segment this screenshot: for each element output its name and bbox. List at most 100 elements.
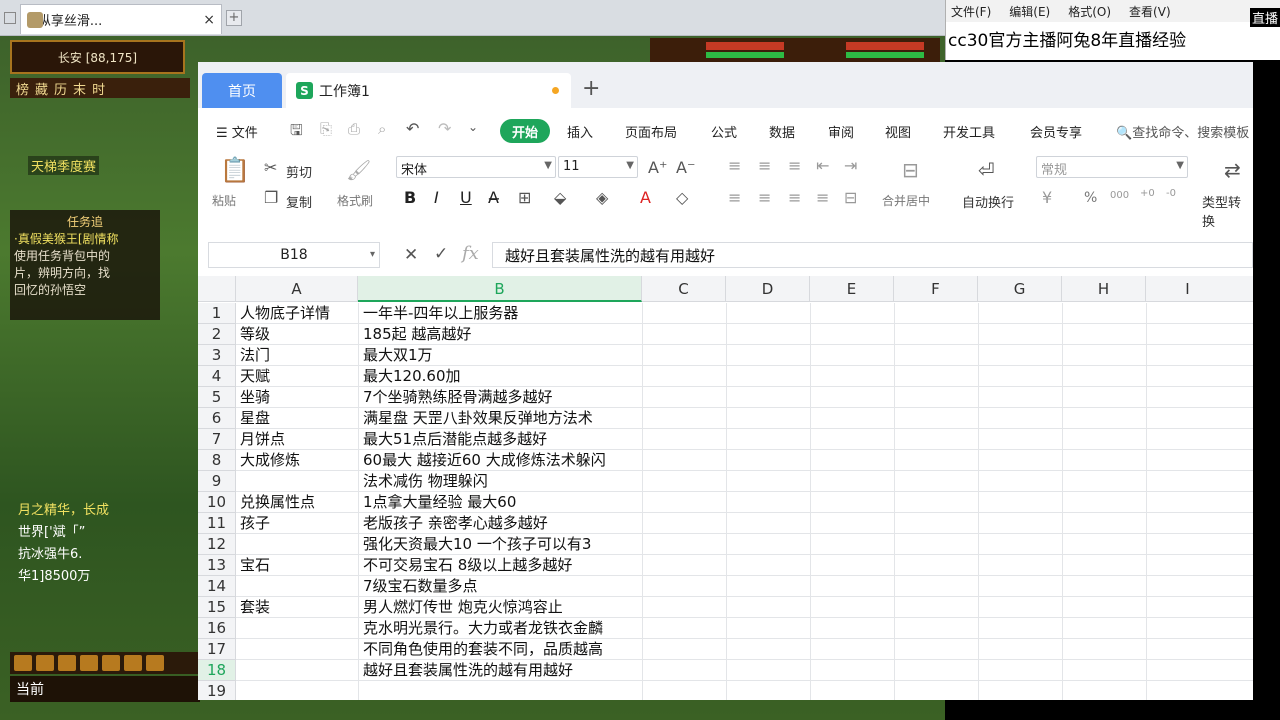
cell-b[interactable]: 不同角色使用的套装不同，品质越高 bbox=[360, 639, 642, 660]
cell-b[interactable]: 越好且套装属性洗的越有用越好 bbox=[360, 660, 642, 681]
eraser-icon[interactable]: ◇ bbox=[676, 188, 688, 207]
cell-a[interactable]: 星盘 bbox=[237, 408, 358, 429]
type-convert-button[interactable]: 类型转换 bbox=[1202, 192, 1253, 230]
row-header[interactable]: 16 bbox=[198, 618, 236, 639]
paste-icon[interactable]: 📋 bbox=[220, 156, 250, 184]
confirm-icon[interactable]: ✓ bbox=[434, 244, 448, 264]
column-header[interactable]: C bbox=[642, 276, 726, 302]
menu-item-time[interactable]: 时 bbox=[92, 79, 105, 98]
browser-tab[interactable]: ” 纵享丝滑... × bbox=[20, 4, 222, 34]
cell-b[interactable]: 老版孩子 亲密孝心越多越好 bbox=[360, 513, 642, 534]
align-center-icon[interactable]: ≡ bbox=[758, 188, 771, 207]
column-header[interactable]: G bbox=[978, 276, 1062, 302]
cell-b[interactable]: 最大120.60加 bbox=[360, 366, 642, 387]
cell-a[interactable] bbox=[237, 660, 358, 681]
number-format-select[interactable]: 常规 ▼ bbox=[1036, 156, 1188, 178]
tab-page-layout[interactable]: 页面布局 bbox=[625, 122, 677, 141]
tab-data[interactable]: 数据 bbox=[769, 122, 795, 141]
task-line[interactable]: ·真假美猴王[剧情称 bbox=[14, 231, 156, 248]
tab-workbook[interactable]: S 工作簿1 bbox=[286, 73, 571, 108]
cell-a[interactable]: 大成修炼 bbox=[237, 450, 358, 471]
menu-item-collect[interactable]: 藏 bbox=[35, 79, 48, 98]
cell-a[interactable]: 套装 bbox=[237, 597, 358, 618]
font-family-select[interactable]: 宋体 ▼ bbox=[396, 156, 556, 178]
cell-b[interactable]: 7级宝石数量多点 bbox=[360, 576, 642, 597]
menu-item-rank[interactable]: 榜 bbox=[16, 79, 29, 98]
quick-slot-icon[interactable] bbox=[58, 655, 76, 671]
row-header[interactable]: 4 bbox=[198, 366, 236, 387]
save-icon[interactable]: 🖫 bbox=[290, 120, 303, 145]
cell-a[interactable]: 等级 bbox=[237, 324, 358, 345]
column-header[interactable]: B bbox=[358, 276, 642, 302]
cell-b[interactable]: 强化天资最大10 一个孩子可以有3 bbox=[360, 534, 642, 555]
tab-start[interactable]: 开始 bbox=[500, 119, 550, 143]
row-header[interactable]: 15 bbox=[198, 597, 236, 618]
row-header[interactable]: 11 bbox=[198, 513, 236, 534]
row-header[interactable]: 1 bbox=[198, 303, 236, 324]
tab-view[interactable]: 视图 bbox=[885, 122, 911, 141]
paste-button[interactable]: 粘贴 bbox=[212, 192, 236, 209]
thousands-icon[interactable]: 000 bbox=[1110, 190, 1129, 201]
cell-a[interactable] bbox=[237, 471, 358, 492]
redo-icon[interactable]: ↷ bbox=[438, 119, 451, 138]
row-header[interactable]: 6 bbox=[198, 408, 236, 429]
align-right-icon[interactable]: ≡ bbox=[788, 188, 801, 207]
column-header[interactable]: I bbox=[1146, 276, 1253, 302]
align-left-icon[interactable]: ≡ bbox=[728, 188, 741, 207]
row-header[interactable]: 14 bbox=[198, 576, 236, 597]
print-icon[interactable]: ⎙ bbox=[348, 120, 360, 138]
bucket-icon[interactable]: ◈ bbox=[596, 188, 608, 207]
search-command[interactable]: 🔍查找命令、搜索模板 bbox=[1116, 122, 1249, 141]
wrap-icon[interactable]: ⏎ bbox=[978, 158, 995, 182]
tab-member[interactable]: 会员专享 bbox=[1030, 122, 1082, 141]
cell-a[interactable] bbox=[237, 534, 358, 555]
wrap-text-button[interactable]: 自动换行 bbox=[962, 192, 1014, 211]
cell-a[interactable] bbox=[237, 639, 358, 660]
cell-b[interactable]: 1点拿大量经验 最大60 bbox=[360, 492, 642, 513]
more-chevron-icon[interactable]: ⌄ bbox=[468, 120, 478, 134]
cancel-icon[interactable]: ✕ bbox=[404, 245, 418, 265]
justify-icon[interactable]: ≡ bbox=[816, 188, 829, 207]
row-header[interactable]: 7 bbox=[198, 429, 236, 450]
align-middle-icon[interactable]: ≡ bbox=[758, 156, 771, 175]
currency-icon[interactable]: ¥ bbox=[1042, 188, 1052, 207]
increase-decimal-icon[interactable]: +0 bbox=[1140, 188, 1155, 199]
italic-icon[interactable]: I bbox=[434, 188, 439, 207]
row-header[interactable]: 2 bbox=[198, 324, 236, 345]
column-header[interactable]: E bbox=[810, 276, 894, 302]
column-header[interactable]: H bbox=[1062, 276, 1146, 302]
fill-color-icon[interactable]: ⬙ bbox=[554, 188, 566, 207]
format-brush-icon[interactable]: 🖌 bbox=[346, 158, 371, 182]
menu-format[interactable]: 格式(O) bbox=[1068, 3, 1111, 20]
decrease-decimal-icon[interactable]: -0 bbox=[1166, 188, 1176, 199]
cell-b[interactable]: 不可交易宝石 8级以上越多越好 bbox=[360, 555, 642, 576]
cell-a[interactable]: 天赋 bbox=[237, 366, 358, 387]
cell-a[interactable]: 孩子 bbox=[237, 513, 358, 534]
copy-icon[interactable]: ❐ bbox=[264, 188, 278, 207]
row-header[interactable]: 3 bbox=[198, 345, 236, 366]
cell-b[interactable]: 7个坐骑熟练胫骨满越多越好 bbox=[360, 387, 642, 408]
cell-b[interactable]: 一年半-四年以上服务器 bbox=[360, 303, 642, 324]
cell-b[interactable]: 克水明光景行。大力或者龙铁衣金麟 bbox=[360, 618, 642, 639]
function-icon[interactable]: fx bbox=[462, 243, 479, 264]
tab-review[interactable]: 审阅 bbox=[828, 122, 854, 141]
distribute-icon[interactable]: ⊟ bbox=[844, 188, 857, 207]
column-header[interactable]: D bbox=[726, 276, 810, 302]
merge-icon[interactable]: ⊟ bbox=[902, 158, 919, 182]
row-header[interactable]: 10 bbox=[198, 492, 236, 513]
event-label[interactable]: 天梯季度赛 bbox=[28, 156, 100, 175]
cell-b[interactable]: 男人燃灯传世 炮克火惊鸿容止 bbox=[360, 597, 642, 618]
quick-slot-icon[interactable] bbox=[146, 655, 164, 671]
align-top-icon[interactable]: ≡ bbox=[728, 156, 741, 175]
indent-increase-icon[interactable]: ⇥ bbox=[844, 156, 857, 175]
cell-b[interactable]: 最大双1万 bbox=[360, 345, 642, 366]
cell-b[interactable]: 法术减伤 物理躲闪 bbox=[360, 471, 642, 492]
quick-slot-icon[interactable] bbox=[102, 655, 120, 671]
row-header[interactable]: 5 bbox=[198, 387, 236, 408]
decrease-font-icon[interactable]: A⁻ bbox=[676, 158, 695, 177]
border-icon[interactable]: ⊞ bbox=[518, 188, 531, 207]
tab-developer[interactable]: 开发工具 bbox=[943, 122, 995, 141]
row-header[interactable]: 13 bbox=[198, 555, 236, 576]
cell-a[interactable]: 人物底子详情 bbox=[237, 303, 358, 324]
quick-slot-icon[interactable] bbox=[36, 655, 54, 671]
